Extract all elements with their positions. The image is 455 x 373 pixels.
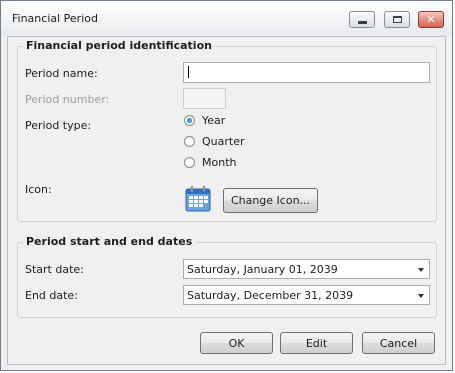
maximize-icon: [393, 16, 402, 23]
period-type-year-radio[interactable]: Year: [184, 114, 225, 127]
start-date-label: Start date:: [25, 263, 84, 276]
period-type-year-label: Year: [202, 114, 226, 127]
end-date-label: End date:: [25, 289, 78, 302]
dates-group-title: Period start and end dates: [23, 235, 196, 248]
period-type-label: Period type:: [25, 119, 92, 132]
period-name-input[interactable]: [183, 62, 430, 83]
end-date-picker[interactable]: Saturday, December 31, 2039: [183, 285, 430, 305]
radio-unselected-icon: [184, 157, 195, 168]
period-type-month-radio[interactable]: Month: [184, 156, 236, 169]
start-date-value: Saturday, January 01, 2039: [187, 263, 338, 276]
close-button[interactable]: ✕: [418, 11, 444, 28]
window-title: Financial Period: [12, 12, 98, 25]
minimize-button[interactable]: [349, 11, 375, 28]
ok-button[interactable]: OK: [200, 332, 273, 354]
period-name-label: Period name:: [25, 67, 98, 80]
dialog-body: Financial period identification Period n…: [7, 36, 446, 365]
period-number-label: Period number:: [25, 93, 110, 106]
change-icon-button[interactable]: Change Icon...: [223, 188, 318, 213]
minimize-icon: [358, 21, 367, 24]
period-type-quarter-radio[interactable]: Quarter: [184, 135, 245, 148]
radio-selected-icon: [184, 115, 195, 126]
period-type-quarter-label: Quarter: [202, 135, 245, 148]
start-date-picker[interactable]: Saturday, January 01, 2039: [183, 259, 430, 279]
identification-group-title: Financial period identification: [23, 39, 215, 52]
edit-button[interactable]: Edit: [280, 332, 353, 354]
identification-group: Financial period identification Period n…: [17, 39, 437, 222]
title-bar[interactable]: Financial Period ✕: [1, 1, 452, 36]
maximize-button[interactable]: [384, 11, 410, 28]
radio-unselected-icon: [184, 136, 195, 147]
calendar-icon: [185, 186, 211, 212]
period-number-input: [183, 88, 226, 109]
text-caret: [188, 66, 189, 78]
close-icon: ✕: [426, 13, 436, 26]
icon-label: Icon:: [25, 183, 52, 196]
end-date-value: Saturday, December 31, 2039: [187, 289, 354, 302]
cancel-button[interactable]: Cancel: [362, 332, 435, 354]
dates-group: Period start and end dates Start date: S…: [17, 235, 437, 318]
dropdown-arrow-icon[interactable]: [418, 268, 424, 272]
financial-period-dialog: Financial Period ✕ Financial period iden…: [0, 0, 453, 371]
dropdown-arrow-icon[interactable]: [418, 294, 424, 298]
period-type-month-label: Month: [202, 156, 237, 169]
